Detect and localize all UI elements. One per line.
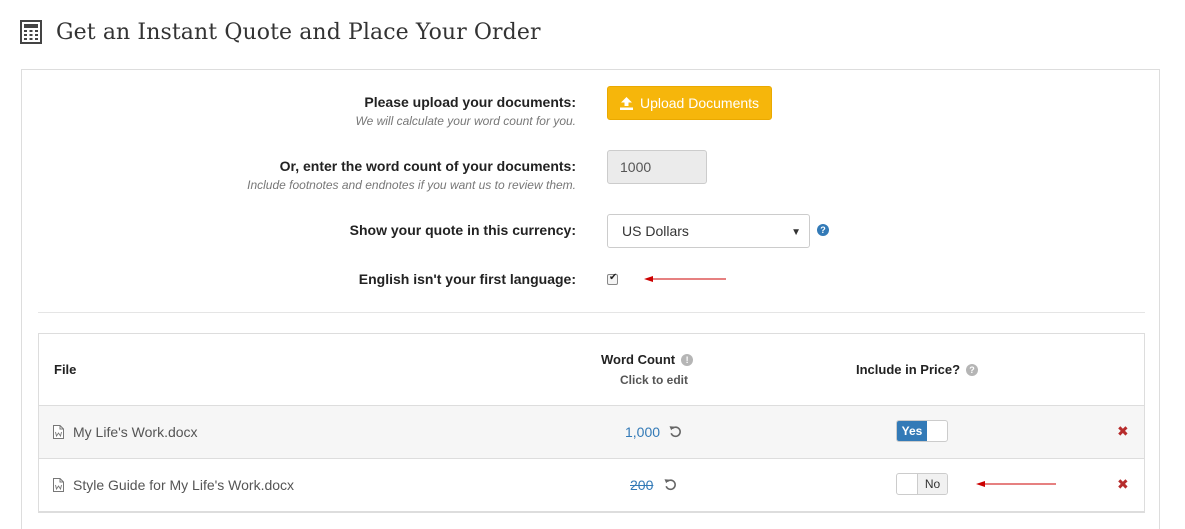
quote-panel: Please upload your documents: We will ca… <box>21 69 1160 529</box>
word-count-hint: Include footnotes and endnotes if you wa… <box>247 178 576 192</box>
table-header: File Word Count! Click to edit Include i… <box>39 334 1144 406</box>
currency-label-group: Show your quote in this currency: <box>350 222 576 238</box>
remove-file-icon[interactable]: ✖ <box>1117 476 1129 493</box>
annotation-arrow <box>644 276 726 282</box>
files-table: File Word Count! Click to edit Include i… <box>38 333 1145 513</box>
language-label: English isn't your first language: <box>358 271 576 287</box>
chevron-down-icon: ▼ <box>791 227 801 238</box>
word-file-icon <box>53 425 64 439</box>
table-row: Style Guide for My Life's Work.docx 200 … <box>39 459 1144 512</box>
toggle-yes-label: Yes <box>897 421 927 441</box>
calculator-icon <box>20 20 42 44</box>
checkmark-icon: ✔ <box>609 272 618 283</box>
question-icon[interactable]: ? <box>966 364 979 376</box>
reset-icon[interactable] <box>664 478 677 491</box>
file-name: My Life's Work.docx <box>73 424 198 440</box>
reset-icon[interactable] <box>669 425 682 438</box>
column-header-include: Include in Price?? <box>856 362 979 377</box>
word-count-header-label: Word Count <box>601 352 676 367</box>
question-icon[interactable]: ? <box>817 224 829 236</box>
column-header-file: File <box>54 362 77 377</box>
page-header: Get an Instant Quote and Place Your Orde… <box>20 14 541 50</box>
upload-hint: We will calculate your word count for yo… <box>355 114 576 128</box>
upload-label-group: Please upload your documents: We will ca… <box>355 94 576 128</box>
word-count-subheader: Click to edit <box>620 373 689 387</box>
word-count-link[interactable]: 200 <box>630 477 653 493</box>
currency-label: Show your quote in this currency: <box>349 222 576 238</box>
file-name: Style Guide for My Life's Work.docx <box>73 477 295 493</box>
upload-icon <box>619 96 633 110</box>
currency-select[interactable]: US Dollars ▼ <box>607 214 810 248</box>
word-file-icon <box>53 478 64 492</box>
word-count-input[interactable] <box>607 150 707 184</box>
language-label-group: English isn't your first language: <box>359 271 576 287</box>
english-not-first-language-checkbox[interactable]: ✔ <box>607 272 618 285</box>
column-header-word-count: Word Count! <box>601 352 694 367</box>
info-icon[interactable]: ! <box>681 354 694 366</box>
word-count-label-group: Or, enter the word count of your documen… <box>247 158 576 192</box>
include-in-price-toggle[interactable]: Yes <box>896 420 948 442</box>
upload-label: Please upload your documents: <box>364 94 576 110</box>
include-in-price-toggle[interactable]: No <box>896 473 948 495</box>
page-title: Get an Instant Quote and Place Your Orde… <box>56 19 541 45</box>
toggle-no-label: No <box>917 474 947 494</box>
annotation-arrow <box>976 481 1056 487</box>
remove-file-icon[interactable]: ✖ <box>1117 423 1129 440</box>
word-count-link[interactable]: 1,000 <box>625 424 660 440</box>
upload-documents-button[interactable]: Upload Documents <box>607 86 772 120</box>
include-header-label: Include in Price? <box>856 362 961 377</box>
section-divider <box>38 312 1145 313</box>
table-row: My Life's Work.docx 1,000 Yes ✖ <box>39 406 1144 459</box>
word-count-label: Or, enter the word count of your documen… <box>279 158 576 174</box>
currency-selected-value: US Dollars <box>622 223 689 239</box>
upload-button-label: Upload Documents <box>639 95 760 111</box>
